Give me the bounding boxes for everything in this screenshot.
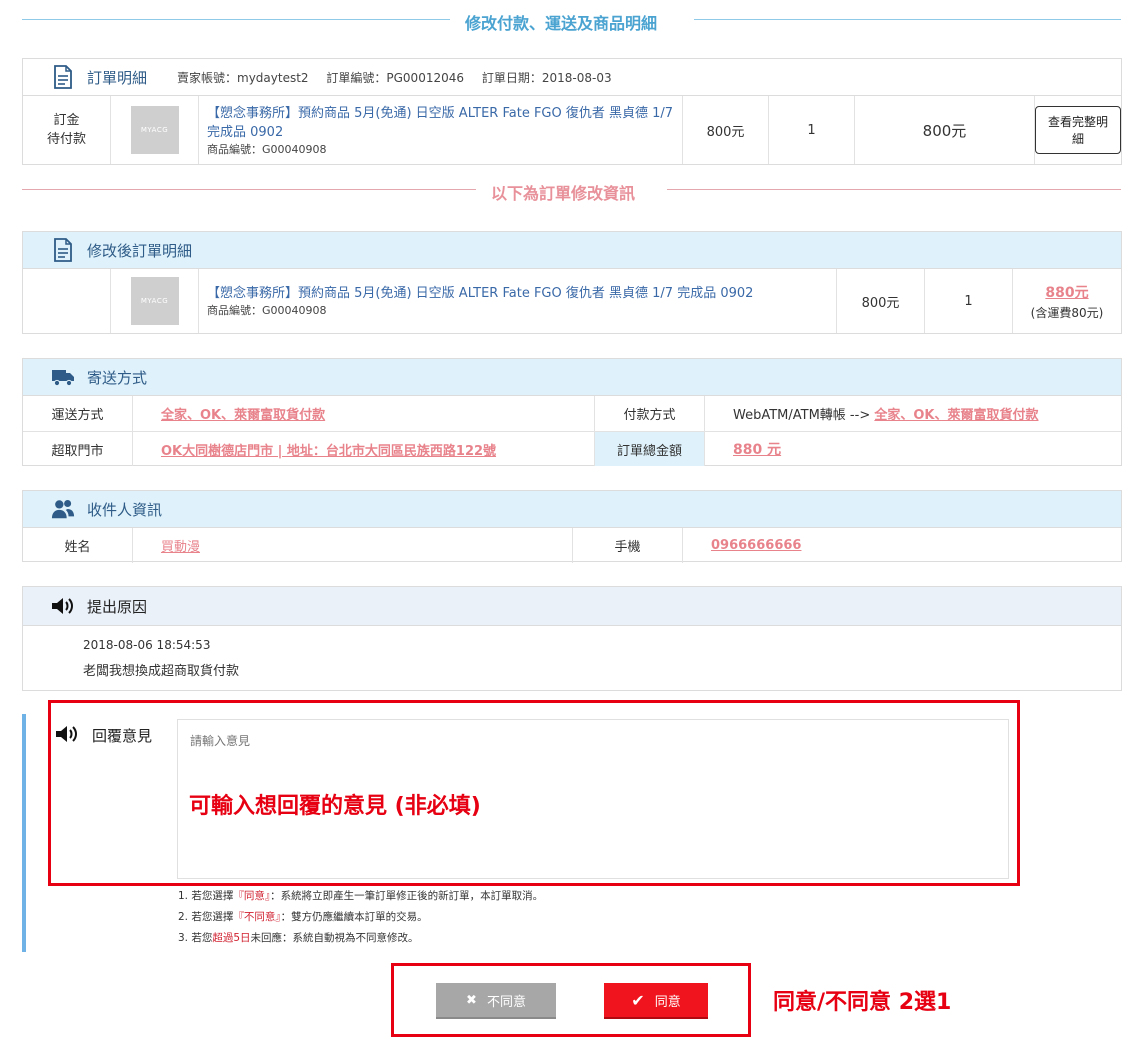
unit-price: 800元 [683, 96, 769, 164]
order-meta: 賣家帳號：mydaytest2 訂單編號：PG00012046 訂單日期：201… [177, 69, 626, 86]
modified-unit-price: 800元 [837, 269, 925, 333]
modified-order-title: 修改後訂單明細 [87, 241, 193, 260]
modified-product-row: MYACG 【愬念事務所】預約商品 5月(免通) 日空版 ALTER Fate … [23, 269, 1121, 333]
users-icon [51, 497, 75, 521]
shipping-method-link[interactable]: 全家、OK、萊爾富取貨付款 [161, 404, 325, 423]
payment-method-prefix: WebATM/ATM轉帳 --> [733, 408, 871, 423]
check-icon: ✔ [631, 990, 645, 1010]
shipping-fee-note: (含運費80元) [1030, 305, 1104, 320]
detail-button-cell: 查看完整明細 [1035, 96, 1121, 164]
payment-method-link[interactable]: 全家、OK、萊爾富取貨付款 [874, 404, 1038, 423]
recipient-title: 收件人資訊 [87, 500, 163, 519]
modified-order-header: 修改後訂單明細 [23, 232, 1121, 269]
order-details-title: 訂單明細 [87, 68, 148, 87]
document-icon [51, 238, 75, 262]
top-section-divider: 修改付款、運送及商品明細 [22, 6, 1121, 34]
reason-timestamp: 2018-08-06 18:54:53 [83, 638, 211, 652]
status-line-2: 待付款 [46, 132, 86, 147]
order-number: 訂單編號：PG00012046 [326, 70, 465, 85]
order-status: 訂金 待付款 [23, 96, 111, 164]
empty-status-cell [23, 269, 111, 333]
shipping-row-1: 運送方式 全家、OK、萊爾富取貨付款 付款方式 WebATM/ATM轉帳 -->… [23, 396, 1121, 431]
x-icon: ✖ [466, 992, 477, 1008]
agree-button[interactable]: ✔ 同意 [604, 983, 708, 1019]
modified-product-code: 商品編號：G00040908 [207, 304, 327, 317]
product-info: 【愬念事務所】預約商品 5月(免通) 日空版 ALTER Fate FGO 復仇… [199, 96, 683, 164]
order-total-value: 880 元 [733, 442, 782, 458]
recipient-panel: 收件人資訊 姓名 買動漫 手機 0966666666 [22, 490, 1122, 563]
phone-label: 手機 [573, 528, 683, 563]
order-product-row: 訂金 待付款 MYACG 【愬念事務所】預約商品 5月(免通) 日空版 ALTE… [23, 96, 1121, 164]
note-3: 3. 若您超過5日未回應：系統自動視為不同意修改。 [178, 932, 419, 944]
shipping-header: 寄送方式 [23, 359, 1121, 396]
reply-highlight-box [48, 700, 1020, 886]
payment-method-cell: WebATM/ATM轉帳 --> 全家、OK、萊爾富取貨付款 [705, 396, 1121, 431]
reason-panel: 提出原因 2018-08-06 18:54:53 老闆我想換成超商取貨付款 [22, 586, 1122, 691]
order-details-header: 訂單明細 賣家帳號：mydaytest2 訂單編號：PG00012046 訂單日… [23, 59, 1121, 96]
recipient-name-link[interactable]: 買動漫 [161, 536, 200, 555]
choice-annotation: 同意/不同意 2選1 [773, 990, 952, 1015]
order-details-panel: 訂單明細 賣家帳號：mydaytest2 訂單編號：PG00012046 訂單日… [22, 58, 1122, 165]
truck-icon [51, 365, 75, 389]
disagree-button[interactable]: ✖ 不同意 [436, 983, 556, 1019]
modified-quantity: 1 [925, 269, 1013, 333]
shipping-method-label: 運送方式 [23, 396, 133, 431]
product-thumbnail: MYACG [130, 106, 179, 154]
modified-product-thumbnail: MYACG [130, 277, 179, 325]
recipient-phone-link[interactable]: 0966666666 [711, 538, 801, 553]
recipient-header: 收件人資訊 [23, 491, 1121, 528]
middle-section-title: 以下為訂單修改資訊 [491, 184, 636, 203]
phone-cell: 0966666666 [683, 528, 1121, 563]
subtotal: 800元 [855, 96, 1035, 164]
modified-thumb-cell: MYACG [111, 269, 199, 333]
pickup-store-label: 超取門市 [23, 432, 133, 466]
middle-section-divider: 以下為訂單修改資訊 [22, 176, 1121, 204]
view-full-details-button[interactable]: 查看完整明細 [1035, 106, 1121, 154]
note-2: 2. 若您選擇『不同意』：雙方仍應繼續本訂單的交易。 [178, 911, 428, 923]
shipping-row-2: 超取門市 OK大同樹德店門市 | 地址：台北市大同區民族西路122號 訂單總金額… [23, 431, 1121, 466]
note-1: 1. 若您選擇『同意』：系統將立即產生一筆訂單修正後的新訂單，本訂單取消。 [178, 890, 544, 902]
reason-body: 2018-08-06 18:54:53 老闆我想換成超商取貨付款 [23, 626, 1121, 691]
order-date: 訂單日期：2018-08-03 [481, 70, 612, 85]
modified-total: 880元 [1045, 284, 1089, 301]
reply-accent-bar [22, 714, 26, 952]
modified-product-info: 【愬念事務所】預約商品 5月(免通) 日空版 ALTER Fate FGO 復仇… [199, 269, 837, 333]
modified-total-cell: 880元 (含運費80元) [1013, 269, 1121, 333]
document-icon [51, 65, 75, 89]
shipping-panel: 寄送方式 運送方式 全家、OK、萊爾富取貨付款 付款方式 WebATM/ATM轉… [22, 358, 1122, 466]
pickup-store-cell: OK大同樹德店門市 | 地址：台北市大同區民族西路122號 [133, 432, 595, 466]
agree-label: 同意 [654, 994, 681, 1010]
pickup-store-link[interactable]: OK大同樹德店門市 | 地址：台北市大同區民族西路122號 [161, 440, 496, 459]
quantity: 1 [769, 96, 855, 164]
reason-header: 提出原因 [23, 587, 1121, 626]
product-name-link[interactable]: 【愬念事務所】預約商品 5月(免通) 日空版 ALTER Fate FGO 復仇… [207, 104, 674, 142]
reason-title: 提出原因 [87, 597, 148, 616]
decision-notes: 1. 若您選擇『同意』：系統將立即產生一筆訂單修正後的新訂單，本訂單取消。 2.… [178, 886, 543, 949]
shipping-title: 寄送方式 [87, 368, 148, 387]
disagree-label: 不同意 [486, 994, 526, 1010]
reason-text: 老闆我想換成超商取貨付款 [83, 664, 240, 679]
seller-account: 賣家帳號：mydaytest2 [177, 70, 309, 85]
order-total-cell: 880 元 [705, 432, 1121, 466]
order-total-label: 訂單總金額 [595, 432, 705, 466]
name-cell: 買動漫 [133, 528, 573, 563]
product-code: 商品編號：G00040908 [207, 142, 327, 156]
product-thumb-cell: MYACG [111, 96, 199, 164]
payment-method-label: 付款方式 [595, 396, 705, 431]
speaker-icon [51, 594, 75, 618]
modified-order-panel: 修改後訂單明細 MYACG 【愬念事務所】預約商品 5月(免通) 日空版 ALT… [22, 231, 1122, 334]
name-label: 姓名 [23, 528, 133, 563]
shipping-method-cell: 全家、OK、萊爾富取貨付款 [133, 396, 595, 431]
recipient-row: 姓名 買動漫 手機 0966666666 [23, 528, 1121, 563]
modified-product-name-link[interactable]: 【愬念事務所】預約商品 5月(免通) 日空版 ALTER Fate FGO 復仇… [207, 284, 753, 303]
status-line-1: 訂金 [53, 113, 80, 128]
top-section-title: 修改付款、運送及商品明細 [465, 14, 658, 33]
